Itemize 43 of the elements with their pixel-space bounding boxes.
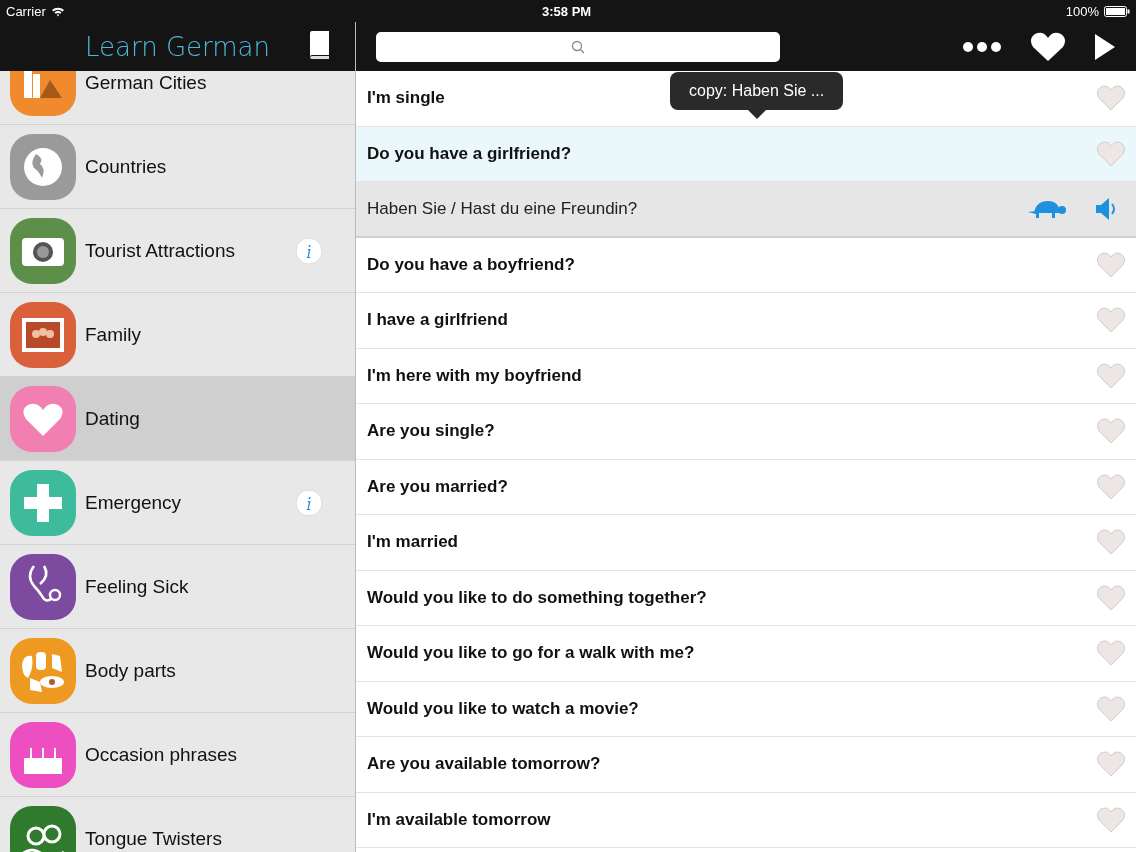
book-icon[interactable]	[307, 30, 331, 60]
phrase-text: Do you have a girlfriend?	[367, 143, 572, 164]
battery-label: 100%	[1065, 3, 1099, 19]
phrase-text: I'm single	[367, 88, 445, 109]
carrier-label: Carrier	[6, 3, 46, 19]
phrase-text: I'm here with my boyfriend	[367, 365, 582, 386]
category-label: Tongue Twisters	[85, 827, 223, 850]
phrase-text: Are you single?	[367, 421, 495, 442]
phrase-text: I have a girlfriend	[367, 310, 508, 331]
clock-label: 3:58 PM	[542, 3, 592, 19]
category-label: German Cities	[85, 71, 208, 94]
phrase-text: Are you married?	[367, 476, 508, 497]
category-label: Family	[85, 323, 142, 346]
search-icon	[571, 39, 585, 54]
wifi-icon	[50, 5, 65, 17]
category-item[interactable]: Dating	[0, 377, 355, 461]
heart-icon[interactable]	[1030, 31, 1066, 62]
phrase-text: Do you have a boyfriend?	[367, 254, 575, 275]
info-icon[interactable]	[295, 236, 323, 265]
translation-text: Haben Sie / Hast du eine Freundin?	[367, 198, 639, 219]
phrase-text: Would you like to go for a walk with me?	[367, 643, 695, 664]
turtle-icon[interactable]	[1028, 198, 1066, 219]
phrase-text: I'm available tomorrow	[367, 809, 551, 830]
category-label: Dating	[85, 407, 141, 430]
phrase-text: Would you like to watch a movie?	[367, 698, 639, 719]
phrase-text: Are you available tomorrow?	[367, 754, 601, 775]
category-item[interactable]: German Cities	[0, 71, 355, 125]
category-label: Occasion phrases	[85, 743, 239, 766]
category-label: Feeling Sick	[85, 575, 190, 598]
category-label: Body parts	[85, 659, 177, 682]
battery-icon	[1104, 5, 1130, 17]
search-field[interactable]	[376, 31, 780, 62]
category-label: Emergency	[85, 491, 183, 514]
tooltip-pointer-icon	[747, 110, 766, 119]
more-icon[interactable]	[962, 40, 1002, 53]
phrase-text: Would you like to do something together?	[367, 587, 707, 608]
category-label: Countries	[85, 155, 168, 178]
app-title: Learn German	[84, 31, 270, 62]
info-icon[interactable]	[295, 488, 323, 517]
phrase-text: I'm married	[367, 532, 458, 553]
category-label: Tourist Attractions	[85, 239, 236, 262]
phrase-row[interactable]: Do you have a girlfriend?	[356, 126, 1136, 182]
play-icon[interactable]	[1094, 32, 1116, 61]
